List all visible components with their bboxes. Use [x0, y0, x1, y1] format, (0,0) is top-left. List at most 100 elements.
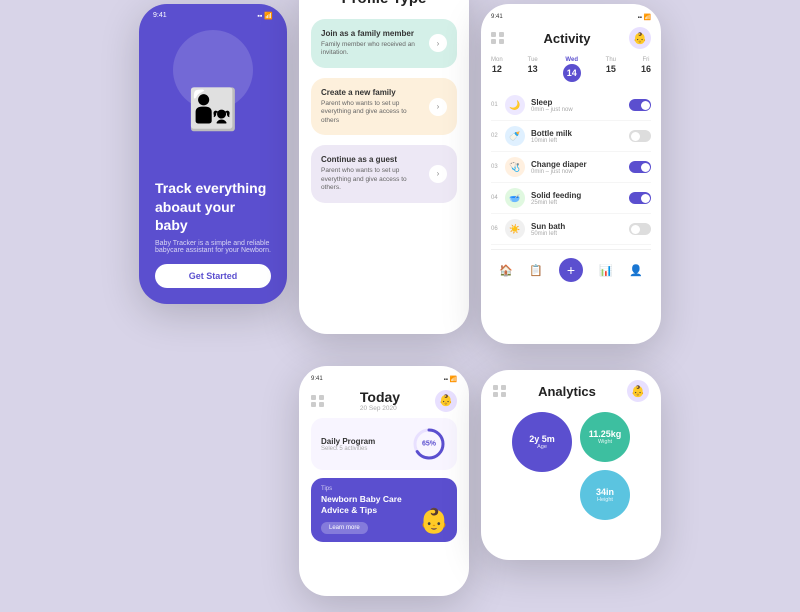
tips-label: Tips: [321, 486, 447, 492]
bottle-toggle[interactable]: [629, 130, 651, 142]
daily-program-subtitle: Select 5 activities: [321, 446, 375, 452]
day-num-fri: 16: [641, 64, 651, 74]
grid-icon-4: [311, 395, 325, 407]
weight-value: 11.25kg: [589, 429, 622, 439]
progress-circle: 65%: [411, 426, 447, 462]
bottom-nav: 🏠 📋 + 📊 👤: [491, 249, 651, 290]
family-member-heading: Join as a family member: [321, 29, 423, 38]
day-label-thu: Thu: [606, 57, 616, 63]
day-num-mon: 12: [492, 64, 502, 74]
feeding-info: Solid feeding 25min left: [531, 191, 629, 206]
feeding-toggle[interactable]: [629, 192, 651, 204]
sleep-info: Sleep 0min – just now: [531, 98, 629, 113]
sleep-toggle[interactable]: [629, 99, 651, 111]
day-num-thu: 15: [606, 64, 616, 74]
new-family-content: Create a new family Parent who wants to …: [321, 88, 423, 125]
avatar-activity: 👶: [629, 27, 651, 49]
profile-card-new-family[interactable]: Create a new family Parent who wants to …: [311, 78, 457, 135]
avatar-analytics: 👶: [627, 380, 649, 402]
new-family-desc: Parent who wants to set up everything an…: [321, 100, 423, 125]
day-num-tue: 13: [528, 64, 538, 74]
activity-feeding: 04 🥣 Solid feeding 25min left: [491, 183, 651, 214]
phone-onboarding: 9:41 ▪▪ 📶 👨‍👧 Track everything aboaut yo…: [139, 4, 287, 304]
nav-calendar-icon[interactable]: 📋: [529, 264, 543, 277]
sunbath-icon: ☀️: [505, 219, 525, 239]
age-value: 2y 5m: [529, 434, 555, 444]
today-title-group: Today 20 Sep 2020: [360, 389, 400, 412]
stat-height: 34in Height: [580, 470, 630, 520]
phone-profile-type: Profile Type Join as a family member Fam…: [299, 0, 469, 334]
signal-icons-1: ▪▪ 📶: [257, 12, 273, 20]
tips-baby-icon: 👶: [419, 507, 449, 536]
grid-icon-5: [493, 385, 507, 397]
day-thu[interactable]: Thu 15: [606, 57, 616, 82]
activity-title: Activity: [544, 31, 591, 46]
today-title: Today: [360, 389, 400, 405]
day-mon[interactable]: Mon 12: [491, 57, 503, 82]
illustration: 👨‍👧: [155, 20, 271, 179]
daily-program-info: Daily Program Select 5 activities: [321, 437, 375, 452]
day-label-wed: Wed: [565, 57, 578, 63]
daily-program-card[interactable]: Daily Program Select 5 activities 65%: [311, 418, 457, 470]
bottle-info: Bottle milk 10min left: [531, 129, 629, 144]
bottle-icon: 🍼: [505, 126, 525, 146]
nav-profile-icon[interactable]: 👤: [629, 264, 643, 277]
activity-sleep: 01 🌙 Sleep 0min – just now: [491, 90, 651, 121]
week-days: Mon 12 Tue 13 Wed 14 Thu 15 Fri 16: [491, 57, 651, 82]
diaper-icon: 🩺: [505, 157, 525, 177]
height-value: 34in: [596, 487, 614, 497]
nav-home-icon[interactable]: 🏠: [499, 264, 513, 277]
profile-card-guest[interactable]: Continue as a guest Parent who wants to …: [311, 145, 457, 202]
daily-program-title: Daily Program: [321, 437, 375, 446]
grid-icon-3: [491, 32, 505, 44]
progress-text: 65%: [422, 441, 436, 448]
today-date: 20 Sep 2020: [360, 405, 400, 412]
sunbath-toggle[interactable]: [629, 223, 651, 235]
stat-age: 2y 5m Age: [512, 412, 572, 472]
diaper-toggle[interactable]: [629, 161, 651, 173]
status-bar-4: 9:41 ▪▪ 📶: [311, 376, 457, 383]
status-bar-1: 9:41 ▪▪ 📶: [139, 12, 287, 20]
guest-content: Continue as a guest Parent who wants to …: [321, 155, 423, 192]
phone-analytics: Analytics 👶 2y 5m Age 11.25kg Wight 34in…: [481, 370, 661, 560]
day-label-fri: Fri: [642, 57, 649, 63]
guest-heading: Continue as a guest: [321, 155, 423, 164]
onboarding-subtitle: Baby Tracker is a simple and reliable ba…: [155, 240, 271, 254]
onboarding-title: Track everything aboaut your baby: [155, 179, 271, 234]
day-wed[interactable]: Wed 14: [563, 57, 581, 82]
diaper-info: Change diaper 0min – just now: [531, 160, 629, 175]
activity-diaper: 03 🩺 Change diaper 0min – just now: [491, 152, 651, 183]
nav-chart-icon[interactable]: 📊: [599, 264, 613, 277]
guest-arrow[interactable]: ›: [429, 165, 447, 183]
time-4: 9:41: [311, 376, 323, 383]
activity-header: Activity 👶: [491, 27, 651, 49]
profile-type-title: Profile Type: [311, 0, 457, 7]
app-container: 9:41 ▪▪ 📶 👨‍👧 Track everything aboaut yo…: [123, 0, 677, 612]
family-member-arrow[interactable]: ›: [429, 34, 447, 52]
analytics-header: Analytics 👶: [493, 380, 649, 402]
family-member-desc: Family member who received an invitation…: [321, 41, 423, 58]
guest-desc: Parent who wants to set up everything an…: [321, 167, 423, 192]
status-bar-3: 9:41 ▪▪ 📶: [491, 14, 651, 21]
new-family-arrow[interactable]: ›: [429, 98, 447, 116]
day-fri[interactable]: Fri 16: [641, 57, 651, 82]
tips-card[interactable]: Tips Newborn Baby CareAdvice & Tips Lear…: [311, 478, 457, 542]
father-baby-figure: 👨‍👧: [188, 86, 238, 133]
feeding-icon: 🥣: [505, 188, 525, 208]
signal-icons-4: ▪▪ 📶: [444, 376, 457, 383]
day-num-wed: 14: [563, 64, 581, 82]
profile-card-family-member[interactable]: Join as a family member Family member wh…: [311, 19, 457, 68]
avatar-today: 👶: [435, 390, 457, 412]
weight-label: Wight: [598, 439, 612, 445]
analytics-stats: 2y 5m Age 11.25kg Wight 34in Height: [493, 412, 649, 520]
time-3: 9:41: [491, 14, 503, 21]
get-started-button[interactable]: Get Started: [155, 264, 271, 288]
today-header: Today 20 Sep 2020 👶: [311, 389, 457, 412]
signal-icons-3: ▪▪ 📶: [638, 14, 651, 21]
day-tue[interactable]: Tue 13: [528, 57, 538, 82]
phone-activity: 9:41 ▪▪ 📶 Activity 👶 Mon 12: [481, 4, 661, 344]
tips-learn-more-button[interactable]: Learn more: [321, 522, 368, 534]
nav-add-button[interactable]: +: [559, 258, 583, 282]
time-1: 9:41: [153, 12, 167, 20]
stat-weight: 11.25kg Wight: [580, 412, 630, 462]
